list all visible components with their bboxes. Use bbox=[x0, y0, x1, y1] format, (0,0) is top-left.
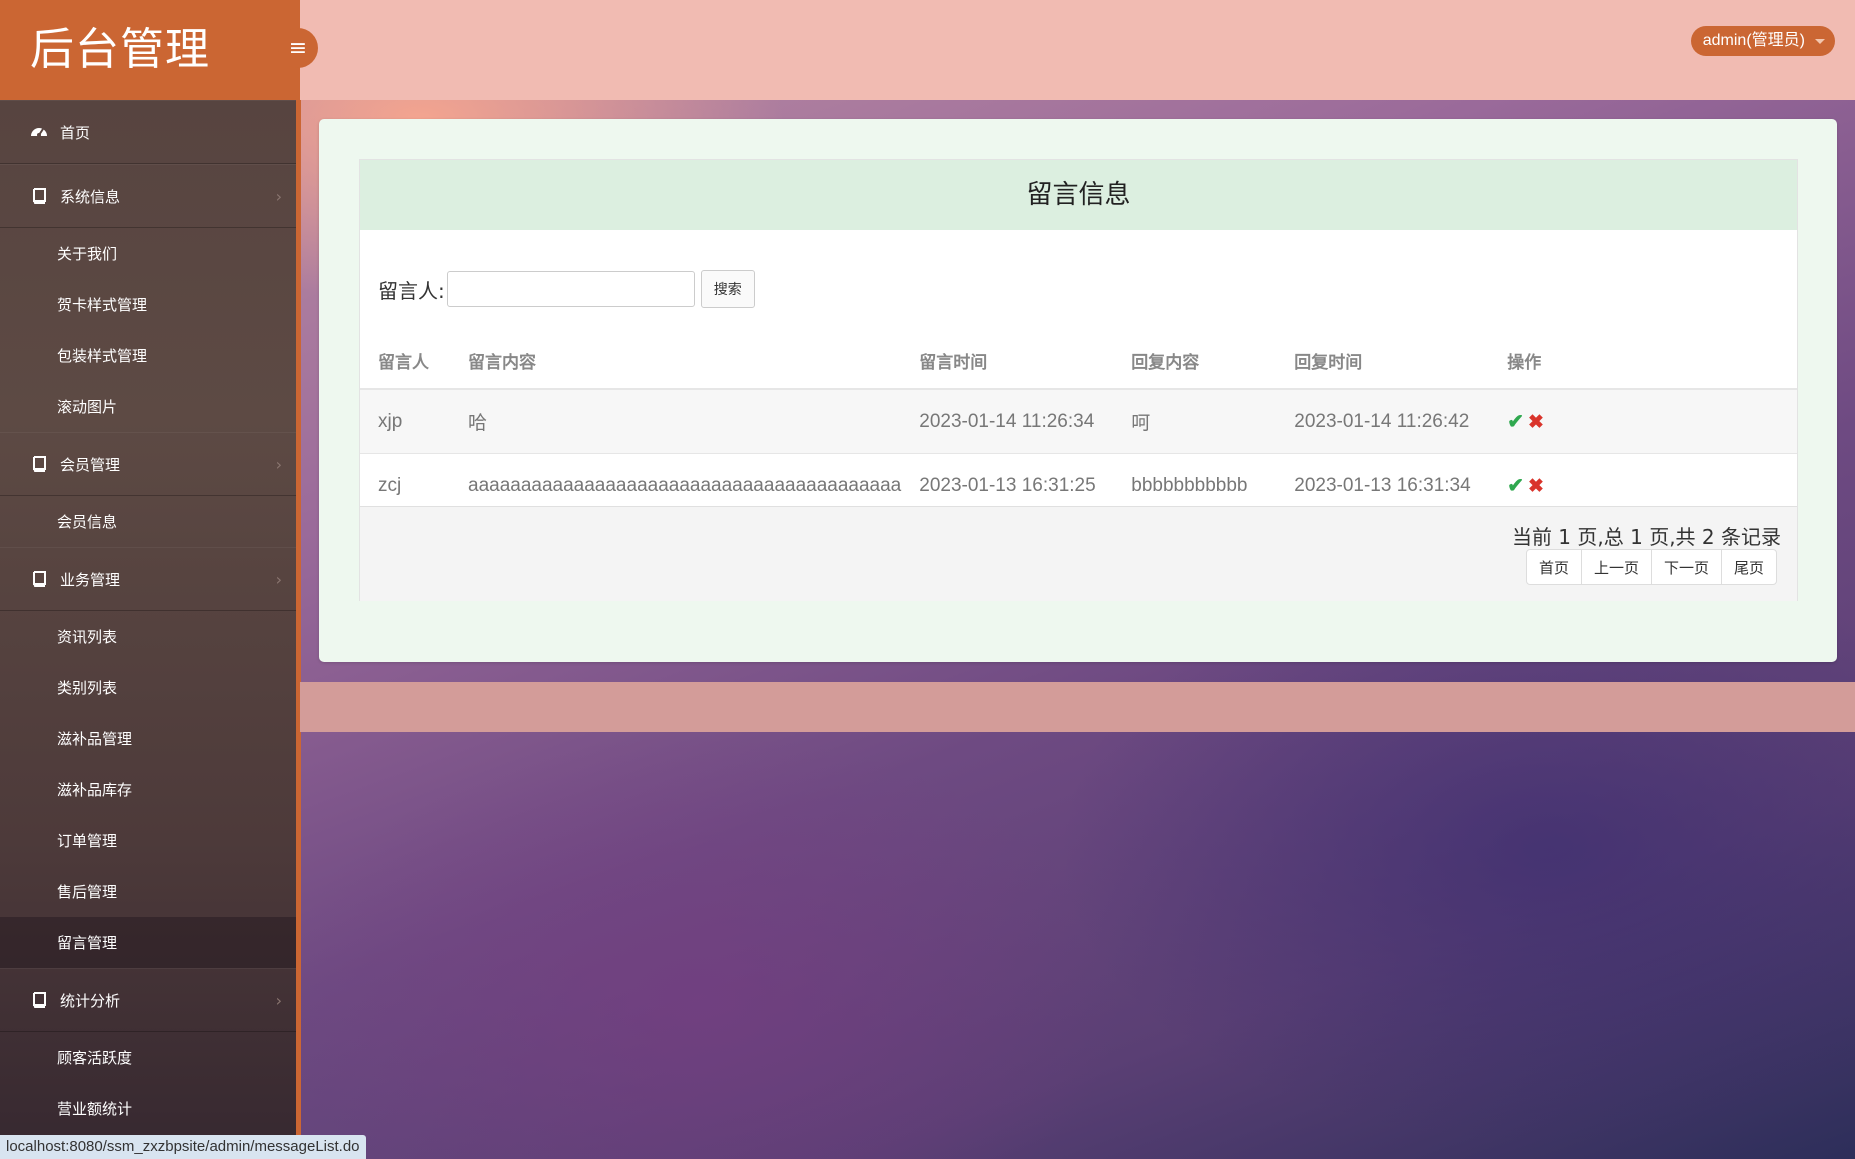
column-header: 留言人 bbox=[360, 332, 450, 390]
sidebar-item-member-info[interactable]: 会员信息 bbox=[0, 496, 296, 547]
user-name: admin(管理员) bbox=[1702, 32, 1805, 49]
sidebar-item-card-style[interactable]: 贺卡样式管理 bbox=[0, 279, 296, 330]
sidebar-item-home[interactable]: 首页 bbox=[0, 100, 296, 164]
status-strip bbox=[300, 682, 1855, 732]
status-url: localhost:8080/ssm_zxzbpsite/admin/messa… bbox=[0, 1135, 366, 1159]
cell-time: 2023-01-14 11:26:34 bbox=[901, 389, 1114, 454]
sidebar-group-label: 会员管理 bbox=[60, 455, 121, 474]
column-header: 操作 bbox=[1489, 332, 1797, 390]
sidebar-item-customer-activity[interactable]: 顾客活跃度 bbox=[0, 1032, 296, 1083]
column-header: 回复时间 bbox=[1276, 332, 1490, 390]
sidebar-item-news[interactable]: 资讯列表 bbox=[0, 611, 296, 662]
user-menu[interactable]: admin(管理员) bbox=[1690, 26, 1835, 56]
book-icon bbox=[30, 455, 48, 473]
cell-reply: 呵 bbox=[1113, 389, 1277, 454]
sidebar-toggle-button[interactable]: ≡ bbox=[278, 28, 318, 68]
cell-actions: ✔ ✖ bbox=[1489, 389, 1797, 454]
last-page-button[interactable]: 尾页 bbox=[1720, 549, 1777, 585]
cell-user: xjp bbox=[360, 389, 450, 454]
table-row: xjp 哈 2023-01-14 11:26:34 呵 2023-01-14 1… bbox=[360, 389, 1797, 454]
pager: 首页 上一页 下一页 尾页 bbox=[1525, 549, 1777, 585]
column-header: 回复内容 bbox=[1113, 332, 1277, 390]
first-page-button[interactable]: 首页 bbox=[1525, 549, 1582, 585]
page-title: 留言信息 bbox=[360, 160, 1797, 230]
check-icon[interactable]: ✔ bbox=[1507, 411, 1524, 433]
prev-page-button[interactable]: 上一页 bbox=[1580, 549, 1652, 585]
pagination-bar: 当前 1 页,总 1 页,共 2 条记录 首页 上一页 下一页 尾页 bbox=[360, 506, 1797, 601]
sidebar-group-stats[interactable]: 统计分析 › bbox=[0, 968, 296, 1032]
menu-icon: ≡ bbox=[288, 35, 308, 61]
dashboard-icon bbox=[30, 123, 48, 141]
sidebar-item-after-sales[interactable]: 售后管理 bbox=[0, 866, 296, 917]
content-panel: 留言信息 留言人: 搜索 留言人 留言内容 留言时间 回复内容 回复时间 操作 … bbox=[319, 119, 1837, 662]
search-label: 留言人: bbox=[378, 278, 445, 303]
column-header: 留言内容 bbox=[450, 332, 902, 390]
caret-down-icon bbox=[1815, 39, 1825, 44]
sidebar-item-carousel[interactable]: 滚动图片 bbox=[0, 381, 296, 432]
search-row: 留言人: 搜索 bbox=[378, 270, 755, 308]
column-header: 留言时间 bbox=[901, 332, 1114, 390]
book-icon bbox=[30, 570, 48, 588]
sidebar-group-label: 系统信息 bbox=[60, 187, 121, 206]
sidebar-group-label: 业务管理 bbox=[60, 570, 121, 589]
sidebar-item-package-style[interactable]: 包装样式管理 bbox=[0, 330, 296, 381]
chevron-right-icon: › bbox=[275, 570, 282, 589]
sidebar-item-revenue[interactable]: 营业额统计 bbox=[0, 1083, 296, 1134]
delete-icon[interactable]: ✖ bbox=[1528, 412, 1544, 433]
sidebar-item-tonic-stock[interactable]: 滋补品库存 bbox=[0, 764, 296, 815]
table-header-row: 留言人 留言内容 留言时间 回复内容 回复时间 操作 bbox=[360, 332, 1797, 390]
sidebar-item-orders[interactable]: 订单管理 bbox=[0, 815, 296, 866]
cell-reply-time: 2023-01-14 11:26:42 bbox=[1276, 389, 1490, 454]
page-info: 当前 1 页,总 1 页,共 2 条记录 bbox=[1511, 525, 1781, 549]
check-icon[interactable]: ✔ bbox=[1507, 475, 1524, 497]
chevron-right-icon: › bbox=[275, 455, 282, 474]
chevron-right-icon: › bbox=[275, 187, 282, 206]
sidebar-item-about[interactable]: 关于我们 bbox=[0, 228, 296, 279]
next-page-button[interactable]: 下一页 bbox=[1650, 549, 1722, 585]
sidebar-group-label: 统计分析 bbox=[60, 991, 121, 1010]
sidebar: 首页 系统信息 › 关于我们 贺卡样式管理 包装样式管理 滚动图片 会员管理 ›… bbox=[0, 100, 301, 1159]
book-icon bbox=[30, 991, 48, 1009]
chevron-right-icon: › bbox=[275, 991, 282, 1010]
message-card: 留言信息 留言人: 搜索 留言人 留言内容 留言时间 回复内容 回复时间 操作 … bbox=[359, 159, 1798, 601]
search-input[interactable] bbox=[446, 271, 695, 307]
sidebar-item-messages[interactable]: 留言管理 bbox=[0, 917, 296, 968]
delete-icon[interactable]: ✖ bbox=[1528, 476, 1544, 497]
sidebar-group-business[interactable]: 业务管理 › bbox=[0, 547, 296, 611]
sidebar-group-members[interactable]: 会员管理 › bbox=[0, 432, 296, 496]
search-button[interactable]: 搜索 bbox=[700, 270, 755, 308]
sidebar-item-categories[interactable]: 类别列表 bbox=[0, 662, 296, 713]
book-icon bbox=[30, 187, 48, 205]
brand-title: 后台管理 bbox=[0, 0, 300, 100]
cell-content: 哈 bbox=[450, 389, 902, 454]
sidebar-item-label: 首页 bbox=[60, 123, 91, 142]
sidebar-group-system[interactable]: 系统信息 › bbox=[0, 164, 296, 228]
sidebar-item-tonic[interactable]: 滋补品管理 bbox=[0, 713, 296, 764]
message-table: 留言人 留言内容 留言时间 回复内容 回复时间 操作 xjp 哈 2023-01… bbox=[360, 332, 1797, 518]
